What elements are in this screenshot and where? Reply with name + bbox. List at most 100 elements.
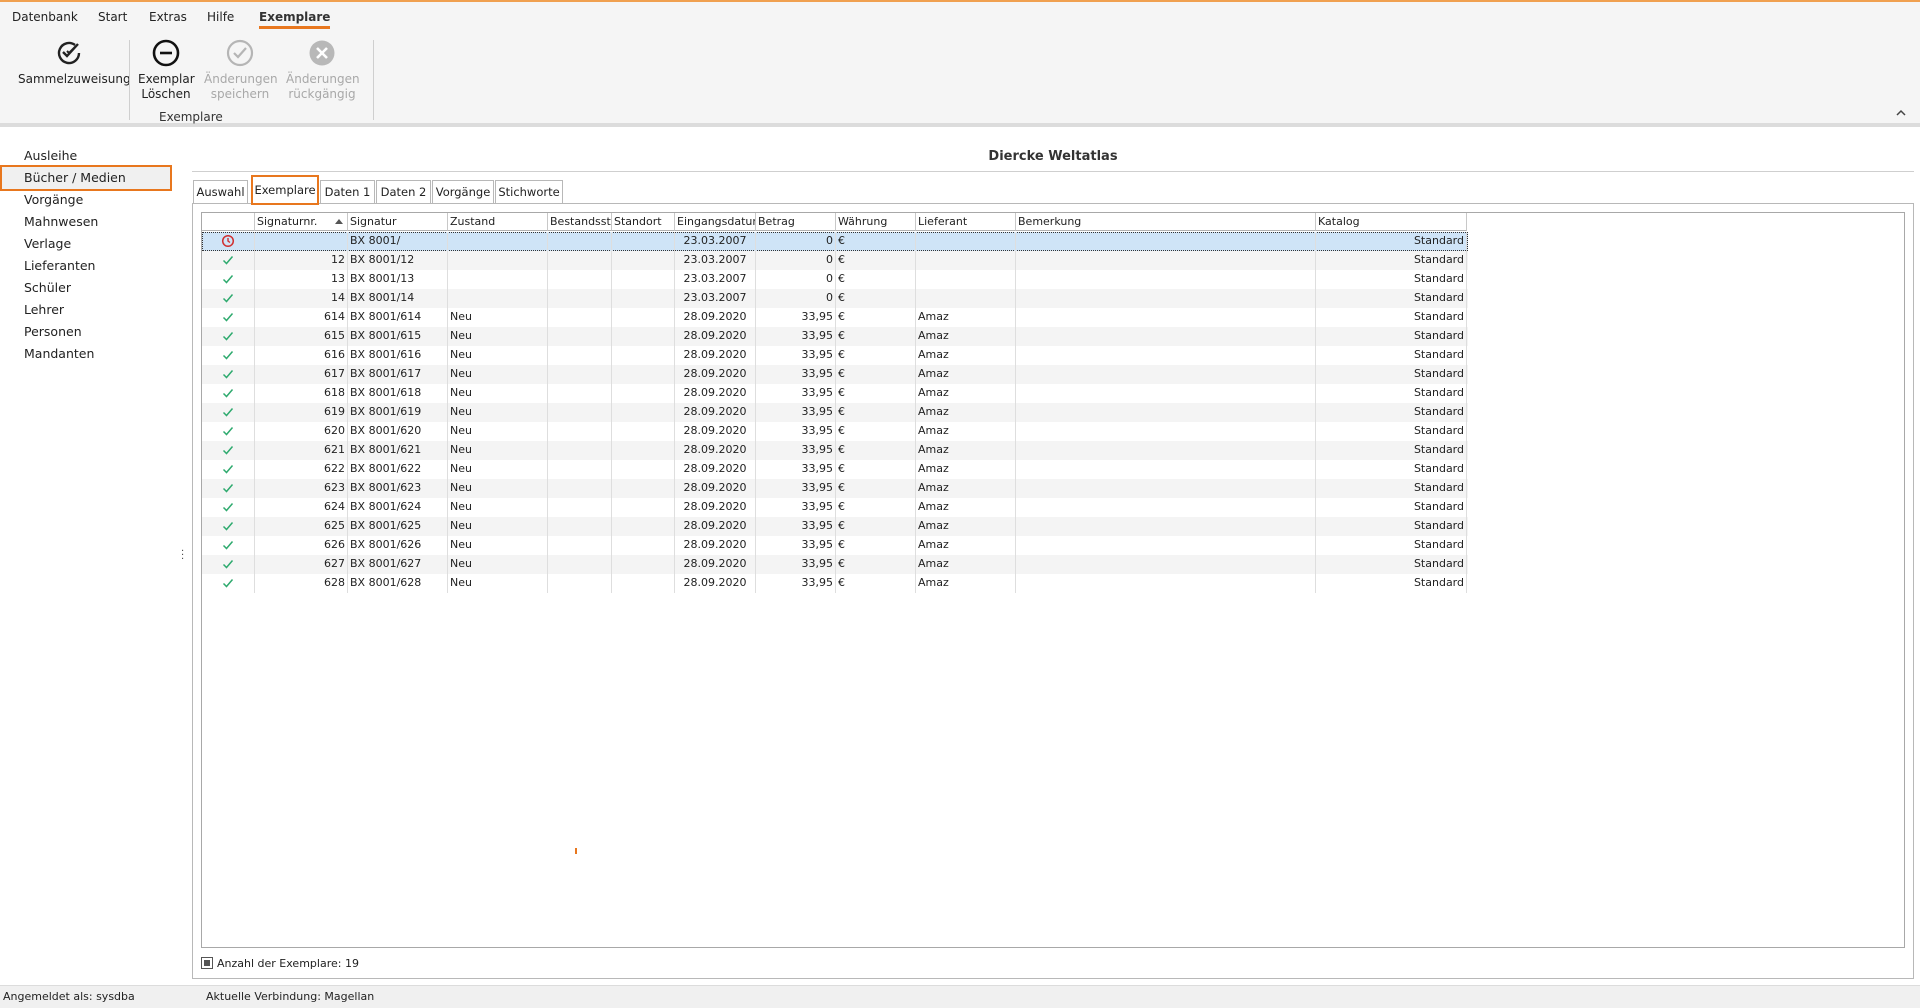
header-col-eingangsdatum[interactable]: Eingangsdatum xyxy=(675,213,756,231)
tab-daten-2[interactable]: Daten 2 xyxy=(376,180,431,204)
table-row[interactable]: 622 BX 8001/622 Neu 28.09.2020 33,95 € Amaz Sta… xyxy=(202,460,1468,479)
cell-katalog: Standard xyxy=(1316,346,1467,365)
cell-signatur: BX 8001/12 xyxy=(348,251,448,270)
aenderungen-speichern-button[interactable]: Änderungen speichern xyxy=(204,38,278,102)
cell-signaturnr: 622 xyxy=(255,460,348,479)
cell-signatur: BX 8001/628 xyxy=(348,574,448,593)
cell-waehrung: € xyxy=(836,536,916,555)
table-row[interactable]: 624 BX 8001/624 Neu 28.09.2020 33,95 € Amaz Sta… xyxy=(202,498,1468,517)
cell-lieferant xyxy=(916,251,1016,270)
header-col-signatur[interactable]: Signatur xyxy=(348,213,448,231)
exemplare-grid[interactable]: Signaturnr. Signatur Zustand Bestandssta Sta… xyxy=(201,212,1905,948)
tab-stichworte[interactable]: Stichworte xyxy=(495,180,563,204)
cell-eingangsdatum: 28.09.2020 xyxy=(675,536,756,555)
cell-signatur: BX 8001/624 xyxy=(348,498,448,517)
cell-eingangsdatum: 28.09.2020 xyxy=(675,422,756,441)
sidebar-item-verlage[interactable]: Verlage xyxy=(24,236,71,251)
sidebar-item-lehrer[interactable]: Lehrer xyxy=(24,302,64,317)
menu-datenbank[interactable]: Datenbank xyxy=(12,10,78,24)
table-row[interactable]: 620 BX 8001/620 Neu 28.09.2020 33,95 € Amaz Sta… xyxy=(202,422,1468,441)
table-row[interactable]: 12 BX 8001/12 23.03.2007 0 € Standard xyxy=(202,251,1468,270)
cell-signatur: BX 8001/626 xyxy=(348,536,448,555)
tab-daten-1[interactable]: Daten 1 xyxy=(320,180,375,204)
cell-bestandsstatus xyxy=(548,555,612,574)
sidebar-item-schueler[interactable]: Schüler xyxy=(24,280,71,295)
status-connection: Aktuelle Verbindung: Magellan xyxy=(206,990,375,1003)
check-icon xyxy=(222,370,234,379)
cell-eingangsdatum: 28.09.2020 xyxy=(675,460,756,479)
header-col-lieferant[interactable]: Lieferant xyxy=(916,213,1016,231)
tab-exemplare[interactable]: Exemplare xyxy=(251,175,319,205)
header-col-zustand[interactable]: Zustand xyxy=(448,213,548,231)
status-bar: Angemeldet als: sysdba Aktuelle Verbindu… xyxy=(0,985,1920,1008)
cell-katalog: Standard xyxy=(1316,479,1467,498)
cell-status xyxy=(202,346,255,365)
menu-hilfe[interactable]: Hilfe xyxy=(207,10,234,24)
cell-waehrung: € xyxy=(836,251,916,270)
header-col-betrag[interactable]: Betrag xyxy=(756,213,836,231)
cell-bemerkung xyxy=(1016,422,1316,441)
table-row[interactable]: 625 BX 8001/625 Neu 28.09.2020 33,95 € Amaz Sta… xyxy=(202,517,1468,536)
table-row[interactable]: 617 BX 8001/617 Neu 28.09.2020 33,95 € Amaz Sta… xyxy=(202,365,1468,384)
aenderungen-rueckgaengig-button[interactable]: Änderungen rückgängig xyxy=(286,38,360,102)
table-row[interactable]: 627 BX 8001/627 Neu 28.09.2020 33,95 € Amaz Sta… xyxy=(202,555,1468,574)
cell-bemerkung xyxy=(1016,403,1316,422)
sidebar-item-ausleihe[interactable]: Ausleihe xyxy=(24,148,77,163)
cell-eingangsdatum: 28.09.2020 xyxy=(675,308,756,327)
table-row[interactable]: 619 BX 8001/619 Neu 28.09.2020 33,95 € Amaz Sta… xyxy=(202,403,1468,422)
tab-vorgaenge[interactable]: Vorgänge xyxy=(432,180,494,204)
menu-exemplare[interactable]: Exemplare xyxy=(259,10,331,29)
header-col-signaturnr[interactable]: Signaturnr. xyxy=(255,213,348,231)
table-row[interactable]: 614 BX 8001/614 Neu 28.09.2020 33,95 € Amaz Sta… xyxy=(202,308,1468,327)
header-col-standort[interactable]: Standort xyxy=(612,213,675,231)
table-row[interactable]: 13 BX 8001/13 23.03.2007 0 € Standard xyxy=(202,270,1468,289)
cell-signatur: BX 8001/617 xyxy=(348,365,448,384)
cell-bestandsstatus xyxy=(548,479,612,498)
sidebar-item-mandanten[interactable]: Mandanten xyxy=(24,346,94,361)
header-col-waehrung[interactable]: Währung xyxy=(836,213,916,231)
sidebar-item-lieferanten[interactable]: Lieferanten xyxy=(24,258,95,273)
table-row[interactable]: 616 BX 8001/616 Neu 28.09.2020 33,95 € Amaz Sta… xyxy=(202,346,1468,365)
cell-bemerkung xyxy=(1016,517,1316,536)
clock-icon xyxy=(221,234,235,248)
header-col-katalog[interactable]: Katalog xyxy=(1316,213,1467,231)
table-row[interactable]: 618 BX 8001/618 Neu 28.09.2020 33,95 € Amaz Sta… xyxy=(202,384,1468,403)
menu-extras[interactable]: Extras xyxy=(149,10,187,24)
table-row[interactable]: BX 8001/23.03.2007 0 € Standard xyxy=(202,232,1468,251)
splitter-handle[interactable]: · · · xyxy=(181,547,184,565)
cell-signaturnr: 619 xyxy=(255,403,348,422)
table-row[interactable]: 623 BX 8001/623 Neu 28.09.2020 33,95 € Amaz Sta… xyxy=(202,479,1468,498)
header-col-bestandsstatus[interactable]: Bestandssta xyxy=(548,213,612,231)
cell-signatur: BX 8001/620 xyxy=(348,422,448,441)
multi-check-icon xyxy=(57,41,81,65)
tab-auswahl[interactable]: Auswahl xyxy=(193,180,248,204)
cell-signaturnr: 14 xyxy=(255,289,348,308)
table-row[interactable]: 14 BX 8001/14 23.03.2007 0 € Standard xyxy=(202,289,1468,308)
sidebar-item-personen[interactable]: Personen xyxy=(24,324,82,339)
sammelzuweisung-button[interactable]: Sammelzuweisung xyxy=(18,38,131,87)
cell-eingangsdatum: 23.03.2007 xyxy=(675,289,756,308)
cell-bemerkung xyxy=(1016,232,1316,251)
menu-start[interactable]: Start xyxy=(98,10,127,24)
sidebar-item-buecher-medien[interactable]: Bücher / Medien xyxy=(24,170,126,185)
table-row[interactable]: 626 BX 8001/626 Neu 28.09.2020 33,95 € Amaz Sta… xyxy=(202,536,1468,555)
sidebar-item-vorgaenge[interactable]: Vorgänge xyxy=(24,192,83,207)
title-divider xyxy=(192,171,1914,172)
cell-lieferant: Amaz xyxy=(916,441,1016,460)
cell-zustand: Neu xyxy=(448,555,548,574)
cell-zustand: Neu xyxy=(448,403,548,422)
chevron-up-icon[interactable] xyxy=(1896,106,1906,120)
expand-icon[interactable] xyxy=(201,957,213,969)
cell-status xyxy=(202,517,255,536)
table-row[interactable]: 615 BX 8001/615 Neu 28.09.2020 33,95 € Amaz Sta… xyxy=(202,327,1468,346)
cell-lieferant: Amaz xyxy=(916,517,1016,536)
sidebar-item-mahnwesen[interactable]: Mahnwesen xyxy=(24,214,98,229)
cell-bemerkung xyxy=(1016,365,1316,384)
header-col-status[interactable] xyxy=(202,213,255,231)
exemplar-loeschen-button[interactable]: Exemplar Löschen xyxy=(138,38,195,102)
header-col-bemerkung[interactable]: Bemerkung xyxy=(1016,213,1316,231)
cell-signaturnr: 627 xyxy=(255,555,348,574)
cell-zustand: Neu xyxy=(448,498,548,517)
table-row[interactable]: 628 BX 8001/628 Neu 28.09.2020 33,95 € Amaz Sta… xyxy=(202,574,1468,593)
table-row[interactable]: 621 BX 8001/621 Neu 28.09.2020 33,95 € Amaz Sta… xyxy=(202,441,1468,460)
